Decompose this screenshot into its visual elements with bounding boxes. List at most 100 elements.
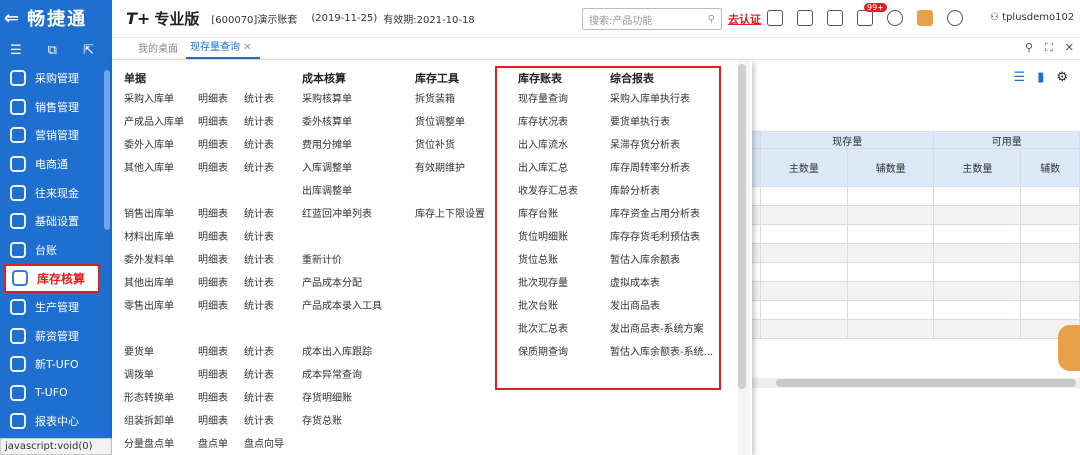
- fullscreen-icon[interactable]: ⛶: [1045, 41, 1053, 55]
- menu-link[interactable]: 统计表: [244, 412, 288, 427]
- menu-link[interactable]: 拆货装箱: [415, 86, 485, 109]
- menu-link[interactable]: 货位补货: [415, 132, 485, 155]
- menu-link[interactable]: 统计表: [244, 251, 288, 266]
- menu-link[interactable]: 重新计价: [302, 247, 382, 270]
- sidebar-item-11[interactable]: T-UFO: [0, 379, 112, 408]
- sidebar-item-4[interactable]: 往来现金: [0, 178, 112, 207]
- sidebar-item-7[interactable]: 库存核算: [4, 264, 100, 293]
- menu-link[interactable]: 其他入库单: [124, 159, 198, 174]
- menu-link[interactable]: 统计表: [244, 274, 288, 289]
- menu-link[interactable]: 委外发料单: [124, 251, 198, 266]
- message-icon[interactable]: [827, 10, 843, 26]
- menu-link[interactable]: 统计表: [244, 389, 288, 404]
- scroll-thumb[interactable]: [776, 379, 1076, 387]
- menu-link[interactable]: 明细表: [198, 90, 244, 105]
- checklist-icon[interactable]: [797, 10, 813, 26]
- menu-link[interactable]: 入库调整单: [302, 155, 382, 178]
- close-icon[interactable]: ✕: [243, 42, 251, 53]
- chart-view-icon[interactable]: ▮: [1037, 70, 1044, 85]
- menu-link[interactable]: 盘点向导: [244, 435, 288, 450]
- sidebar-item-8[interactable]: 生产管理: [0, 293, 112, 322]
- open-window-icon[interactable]: ⇱: [83, 43, 94, 64]
- menu-link[interactable]: 统计表: [244, 228, 288, 243]
- menu-link[interactable]: 零售出库单: [124, 297, 198, 312]
- sidebar-scrollbar[interactable]: [104, 70, 110, 230]
- menu-link[interactable]: 出库调整单: [302, 178, 382, 201]
- menu-link[interactable]: 调拨单: [124, 366, 198, 381]
- menu-link[interactable]: 明细表: [198, 205, 244, 220]
- menu-link[interactable]: 统计表: [244, 366, 288, 381]
- menu-link[interactable]: 明细表: [198, 343, 244, 358]
- gear-icon[interactable]: ⚙: [1056, 70, 1068, 85]
- sidebar-item-0[interactable]: 采购管理: [0, 64, 112, 93]
- menu-link[interactable]: 产品成本录入工具: [302, 293, 382, 316]
- menu-link[interactable]: 存货明细账: [302, 385, 382, 408]
- menu-link[interactable]: 采购入库单: [124, 90, 198, 105]
- menu-link[interactable]: 明细表: [198, 274, 244, 289]
- menu-link[interactable]: 销售出库单: [124, 205, 198, 220]
- search-input[interactable]: 搜索:产品功能 ⚲: [582, 8, 722, 30]
- collapse-icon[interactable]: ⧉: [48, 43, 57, 64]
- menu-link[interactable]: 统计表: [244, 90, 288, 105]
- mascot-helper-icon[interactable]: [1058, 325, 1080, 371]
- certify-link[interactable]: 去认证: [728, 11, 761, 27]
- menu-link[interactable]: 产成品入库单: [124, 113, 198, 128]
- notification-icon[interactable]: 99+: [857, 3, 887, 26]
- back-arrow-icon[interactable]: ⇐: [4, 8, 21, 29]
- menu-link[interactable]: 形态转换单: [124, 389, 198, 404]
- table-row[interactable]: [750, 300, 1080, 320]
- sidebar-item-1[interactable]: 销售管理: [0, 93, 112, 122]
- menu-link[interactable]: 库存上下限设置: [415, 201, 485, 224]
- table-row[interactable]: [750, 262, 1080, 282]
- menu-link[interactable]: 明细表: [198, 297, 244, 312]
- menu-link[interactable]: 存货总账: [302, 408, 382, 431]
- sidebar-item-5[interactable]: 基础设置: [0, 207, 112, 236]
- menu-icon[interactable]: ☰: [10, 43, 22, 64]
- menu-link[interactable]: 有效期维护: [415, 155, 485, 178]
- menu-link[interactable]: 红蓝回冲单列表: [302, 201, 382, 224]
- menu-link[interactable]: 统计表: [244, 159, 288, 174]
- menu-link[interactable]: 材料出库单: [124, 228, 198, 243]
- menu-link[interactable]: 明细表: [198, 389, 244, 404]
- table-row[interactable]: [750, 205, 1080, 225]
- sidebar-item-9[interactable]: 薪资管理: [0, 321, 112, 350]
- help-icon[interactable]: [947, 10, 963, 26]
- menu-link[interactable]: 分量盘点单: [124, 435, 198, 450]
- table-row[interactable]: [750, 186, 1080, 206]
- menu-link[interactable]: 明细表: [198, 159, 244, 174]
- menu-link[interactable]: 统计表: [244, 297, 288, 312]
- table-row[interactable]: [750, 319, 1080, 339]
- menu-link[interactable]: 明细表: [198, 366, 244, 381]
- menu-link[interactable]: 其他出库单: [124, 274, 198, 289]
- user-name[interactable]: ⚇ tplusdemo102: [990, 12, 1074, 23]
- grid-scrollbar[interactable]: [750, 378, 1080, 388]
- menu-link[interactable]: 要货单: [124, 343, 198, 358]
- menu-link[interactable]: 委外核算单: [302, 109, 382, 132]
- menu-link[interactable]: 明细表: [198, 113, 244, 128]
- app-logo[interactable]: ⇐ 畅捷通: [0, 0, 112, 36]
- menu-link[interactable]: 统计表: [244, 205, 288, 220]
- phone-icon[interactable]: [887, 10, 903, 26]
- account-label[interactable]: [600070]演示账套: [211, 11, 297, 26]
- search-icon[interactable]: ⚲: [708, 14, 715, 25]
- menu-link[interactable]: 产品成本分配: [302, 270, 382, 293]
- close-icon[interactable]: ✕: [1065, 41, 1074, 55]
- sidebar-item-2[interactable]: 营销管理: [0, 121, 112, 150]
- table-row[interactable]: [750, 281, 1080, 301]
- menu-link[interactable]: 组装拆卸单: [124, 412, 198, 427]
- menu-link[interactable]: 成本异常查询: [302, 362, 382, 385]
- sidebar-item-10[interactable]: 新T-UFO: [0, 350, 112, 379]
- menu-link[interactable]: 明细表: [198, 228, 244, 243]
- sidebar-item-6[interactable]: 台账: [0, 236, 112, 265]
- menu-link[interactable]: 费用分摊单: [302, 132, 382, 155]
- menu-link[interactable]: 统计表: [244, 343, 288, 358]
- menu-link[interactable]: 盘点单: [198, 435, 244, 450]
- sidebar-item-12[interactable]: 报表中心: [0, 407, 112, 436]
- menu-link[interactable]: 成本出入库跟踪: [302, 339, 382, 362]
- menu-link[interactable]: 明细表: [198, 136, 244, 151]
- menu-link[interactable]: 委外入库单: [124, 136, 198, 151]
- sidebar-item-3[interactable]: 电商通: [0, 150, 112, 179]
- menu-link[interactable]: 统计表: [244, 136, 288, 151]
- mascot-icon[interactable]: [917, 10, 933, 26]
- table-row[interactable]: [750, 243, 1080, 263]
